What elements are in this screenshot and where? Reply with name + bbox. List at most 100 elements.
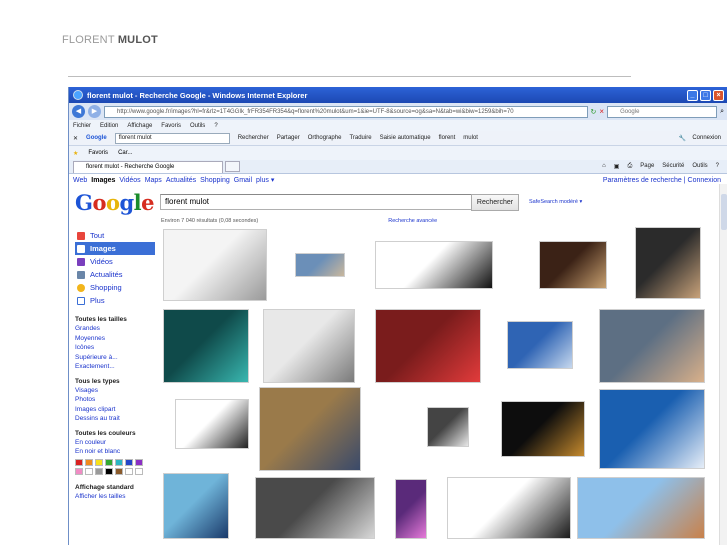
color-swatch[interactable] — [115, 467, 123, 475]
color-swatch[interactable] — [135, 458, 143, 466]
image-result-dark-interior[interactable] — [501, 401, 585, 457]
type-clipart[interactable]: Images clipart — [75, 405, 155, 415]
image-result-waterfront[interactable] — [507, 321, 573, 369]
nav-web[interactable]: Web — [73, 177, 87, 184]
back-button[interactable]: ◀ — [72, 105, 85, 118]
color-full[interactable]: En couleur — [75, 438, 155, 448]
toolbar-search-button[interactable]: Rechercher — [238, 135, 269, 141]
security-menu[interactable]: Sécurité — [662, 163, 684, 170]
image-result-village[interactable] — [577, 477, 705, 539]
scrollbar-thumb[interactable] — [721, 194, 727, 230]
nav-maps[interactable]: Maps — [145, 177, 162, 184]
left-nav-videos[interactable]: Vidéos — [75, 255, 155, 268]
color-swatch[interactable] — [95, 467, 103, 475]
image-result-man-in-car[interactable] — [599, 309, 705, 383]
maximize-button[interactable]: □ — [700, 89, 711, 101]
image-result-teal-gallery[interactable] — [163, 309, 249, 383]
home-icon[interactable]: ⌂ — [602, 163, 606, 170]
toolbar-highlight-florent[interactable]: florent — [439, 135, 456, 141]
favorites-star-icon[interactable]: ★ — [73, 150, 78, 157]
size-larger-than[interactable]: Supérieure à... — [75, 353, 155, 363]
color-swatch[interactable] — [125, 458, 133, 466]
toolbar-highlight-mulot[interactable]: mulot — [463, 135, 478, 141]
left-nav-images[interactable]: Images — [75, 242, 155, 255]
color-swatch[interactable] — [105, 467, 113, 475]
size-icons[interactable]: Icônes — [75, 343, 155, 353]
help-icon[interactable]: ? — [716, 163, 719, 170]
menu-fichier[interactable]: Fichier — [73, 123, 91, 129]
color-swatch[interactable] — [85, 467, 93, 475]
toolbar-share-button[interactable]: Partager — [277, 135, 300, 141]
color-swatch[interactable] — [115, 458, 123, 466]
type-line-drawing[interactable]: Dessins au trait — [75, 414, 155, 424]
toolbar-search-input[interactable]: florent mulot — [114, 132, 230, 144]
image-result-walking-man[interactable] — [447, 477, 571, 539]
toolbar-spellcheck-button[interactable]: Orthographe — [308, 135, 342, 141]
image-result-portrait-painting[interactable] — [259, 387, 361, 471]
tools-menu[interactable]: Outils — [692, 163, 707, 170]
signin-link[interactable]: Connexion — [692, 135, 721, 142]
wrench-icon[interactable]: 🔧 — [679, 135, 686, 142]
nav-shopping[interactable]: Shopping — [200, 177, 230, 184]
image-result-sketch-drawings[interactable] — [163, 229, 267, 301]
color-bw[interactable]: En noir et blanc — [75, 447, 155, 457]
color-swatch[interactable] — [85, 458, 93, 466]
google-logo[interactable]: Google — [75, 190, 160, 215]
nav-gmail[interactable]: Gmail — [234, 177, 252, 184]
color-swatch[interactable] — [135, 467, 143, 475]
refresh-icon[interactable]: ↻ — [591, 108, 597, 116]
left-nav-all[interactable]: Tout — [75, 229, 155, 242]
favorites-button[interactable]: Favoris — [88, 150, 108, 156]
menu-help[interactable]: ? — [214, 123, 217, 129]
image-result-band-photo[interactable] — [375, 241, 493, 289]
show-sizes-link[interactable]: Afficher les tailles — [75, 492, 155, 502]
nav-news[interactable]: Actualités — [166, 177, 196, 184]
safesearch-dropdown[interactable]: SafeSearch modéré ▾ — [529, 199, 582, 205]
search-button[interactable]: Rechercher — [471, 193, 519, 211]
color-swatch[interactable] — [105, 458, 113, 466]
ie-search-input[interactable]: Google — [607, 105, 718, 118]
url-field[interactable]: http://www.google.fr/images?hl=fr&rlz=1T… — [104, 105, 588, 118]
nav-more[interactable]: plus ▾ — [256, 176, 274, 184]
image-result-hall-interior[interactable] — [255, 477, 375, 539]
toolbar-autofill-button[interactable]: Saisie automatique — [380, 135, 431, 141]
toolbar-translate-button[interactable]: Traduire — [349, 135, 371, 141]
image-result-boxes-render[interactable] — [175, 399, 249, 449]
type-photos[interactable]: Photos — [75, 395, 155, 405]
new-tab-button[interactable] — [225, 161, 240, 172]
image-result-building-small[interactable] — [295, 253, 345, 277]
image-result-group-painting[interactable] — [635, 227, 701, 299]
feeds-icon[interactable]: ▣ — [614, 163, 620, 170]
menu-favoris[interactable]: Favoris — [161, 123, 181, 129]
search-icon[interactable]: ⌕ — [720, 108, 724, 116]
image-result-graffiti[interactable] — [163, 473, 229, 539]
stop-icon[interactable]: × — [599, 107, 604, 116]
browser-tab[interactable]: florent mulot - Recherche Google — [73, 160, 223, 173]
left-nav-shopping[interactable]: Shopping — [75, 281, 155, 294]
color-swatch[interactable] — [125, 467, 133, 475]
image-result-medallion[interactable] — [427, 407, 469, 447]
scrollbar[interactable] — [719, 184, 727, 545]
left-nav-news[interactable]: Actualités — [75, 268, 155, 281]
forward-button[interactable]: ▶ — [88, 105, 101, 118]
menu-affichage[interactable]: Affichage — [127, 123, 152, 129]
close-toolbar-icon[interactable]: ✕ — [73, 135, 78, 142]
minimize-button[interactable]: _ — [687, 89, 698, 101]
menu-outils[interactable]: Outils — [190, 123, 205, 129]
print-icon[interactable]: ⎙ — [627, 163, 632, 170]
color-swatch[interactable] — [75, 458, 83, 466]
nav-videos[interactable]: Vidéos — [119, 177, 140, 184]
size-medium[interactable]: Moyennes — [75, 334, 155, 344]
type-faces[interactable]: Visages — [75, 386, 155, 396]
favorites-item[interactable]: Car... — [118, 150, 132, 156]
color-swatch[interactable] — [95, 458, 103, 466]
advanced-search-link[interactable]: Recherche avancée — [388, 218, 437, 227]
nav-images[interactable]: Images — [91, 177, 115, 184]
menu-edition[interactable]: Edition — [100, 123, 118, 129]
image-result-dark-room[interactable] — [539, 241, 607, 289]
color-swatch[interactable] — [75, 467, 83, 475]
size-exact[interactable]: Exactement... — [75, 362, 155, 372]
close-button[interactable]: × — [713, 89, 724, 101]
page-menu[interactable]: Page — [640, 163, 654, 170]
query-input[interactable]: florent mulot — [160, 194, 472, 210]
